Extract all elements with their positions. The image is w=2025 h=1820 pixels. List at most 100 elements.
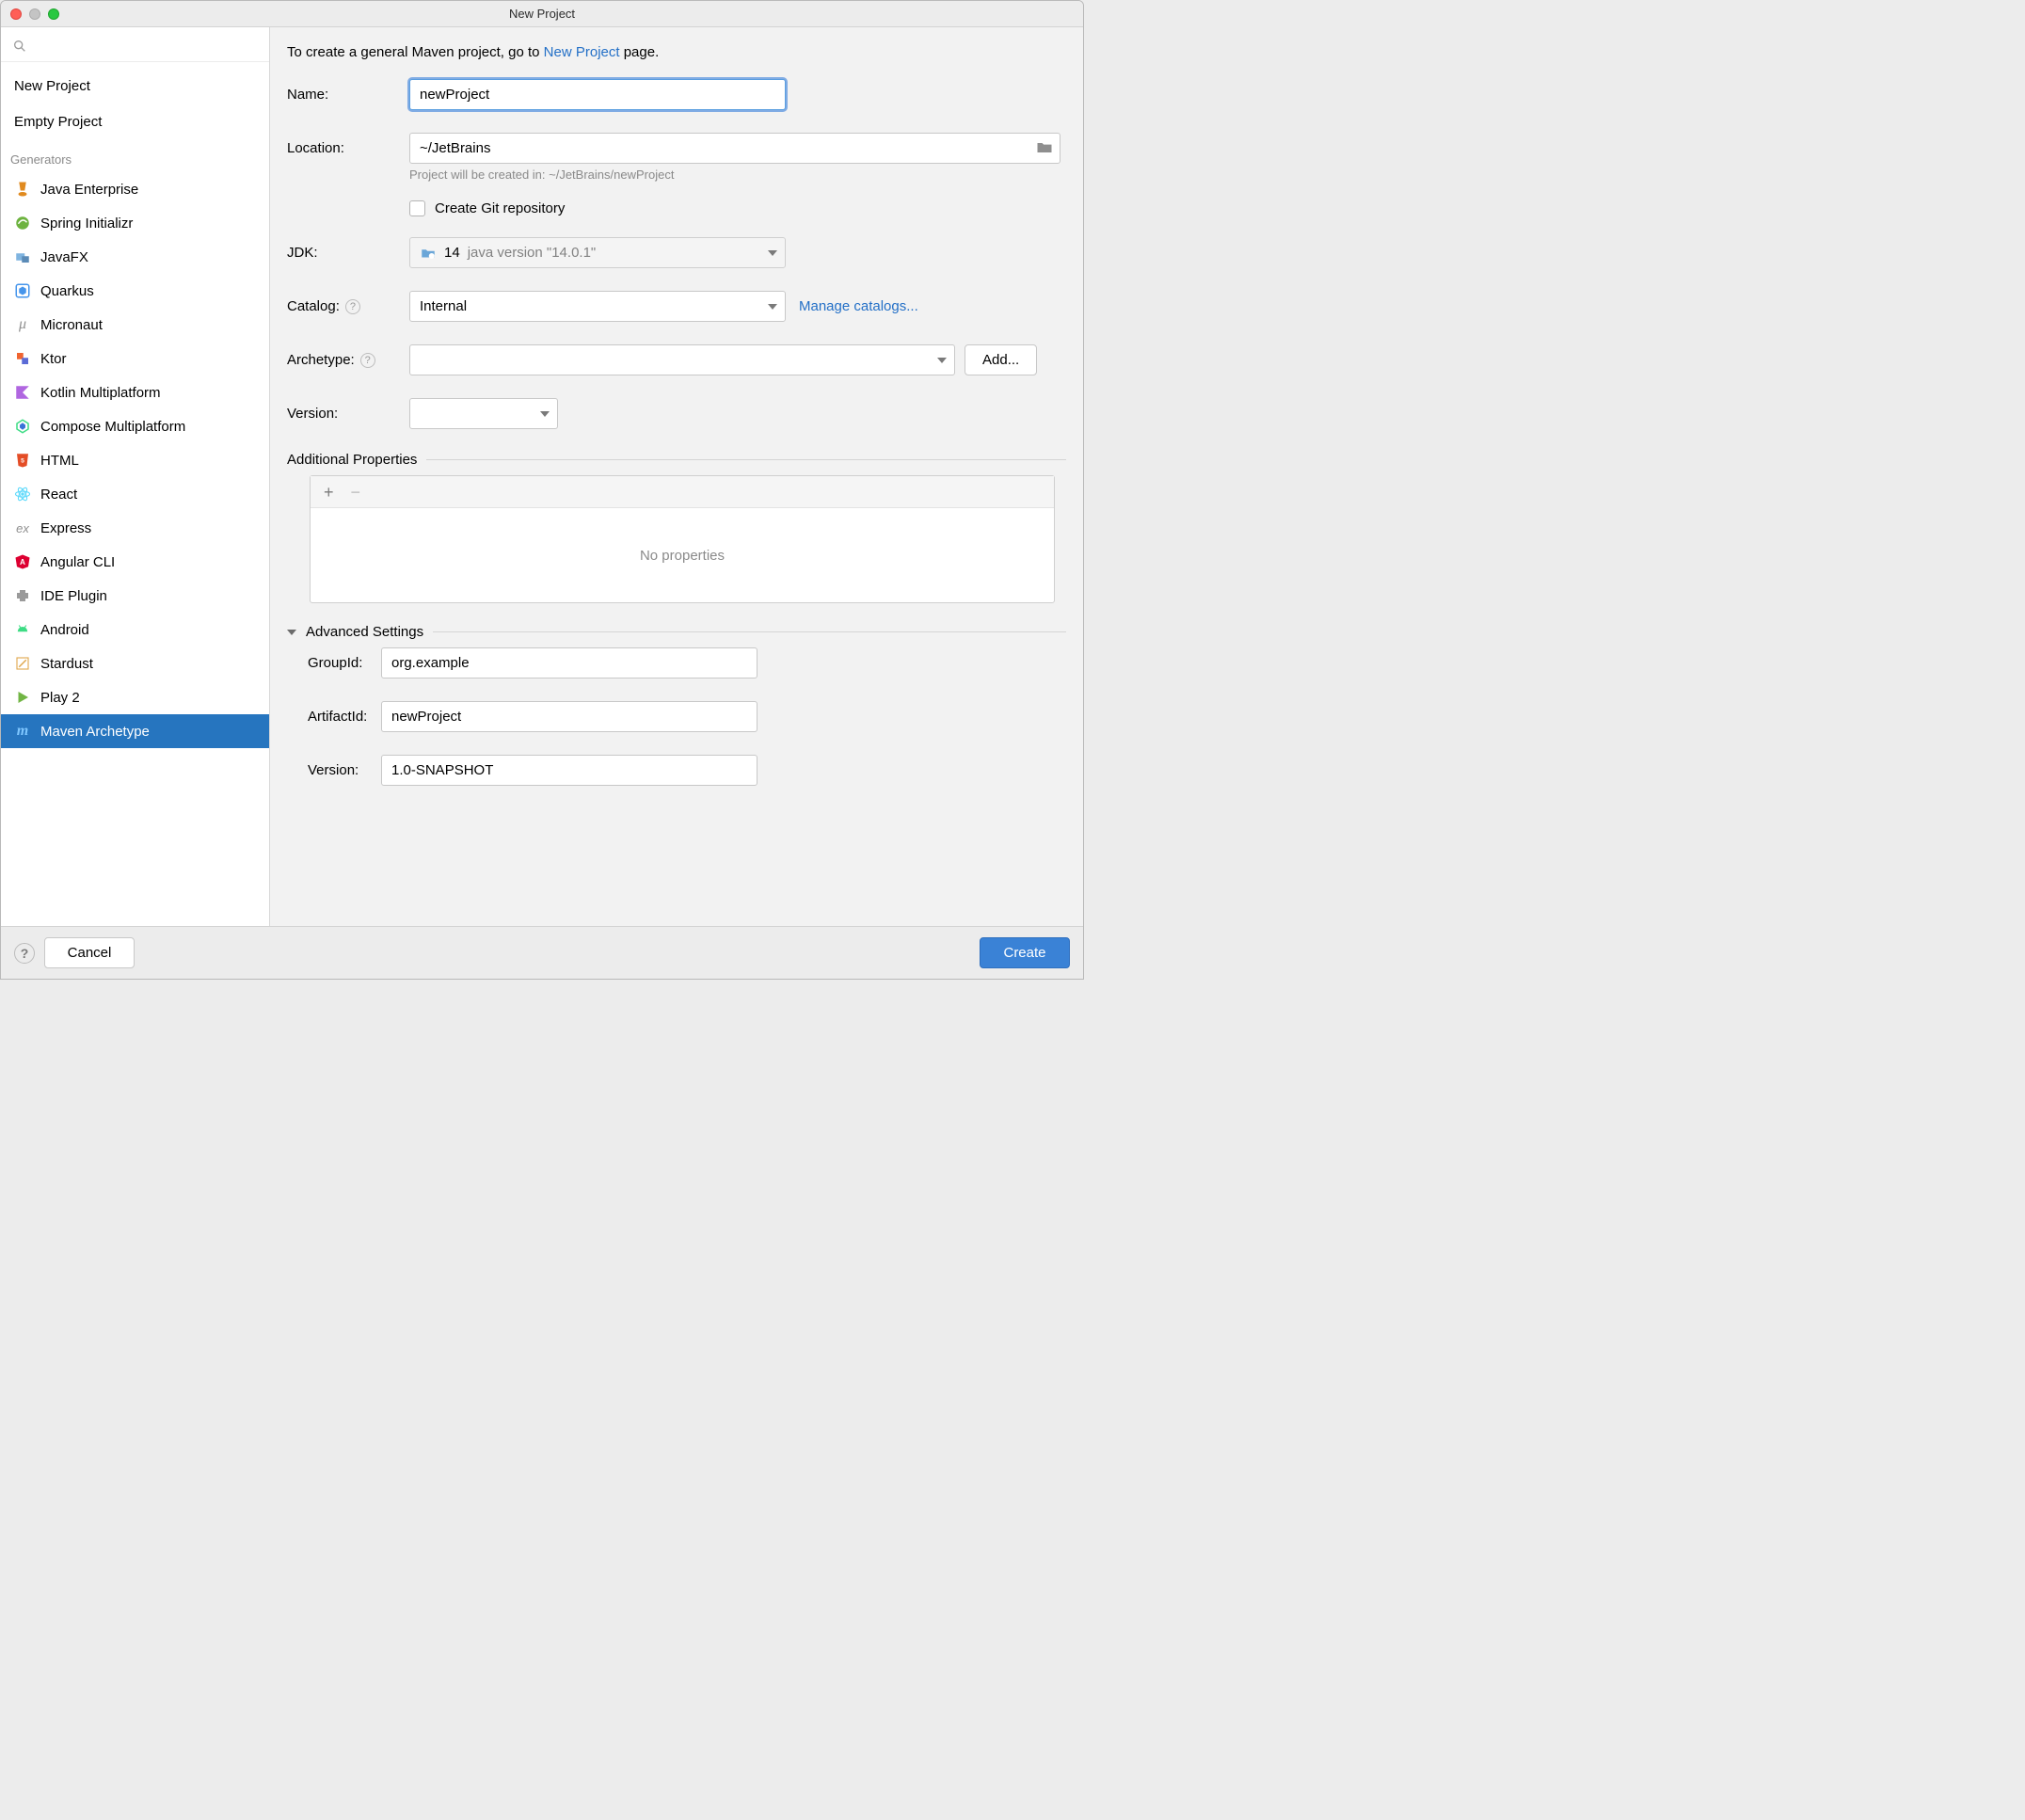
sidebar-item-ide-plugin[interactable]: IDE Plugin	[1, 579, 269, 613]
name-label: Name:	[287, 87, 409, 103]
sidebar-item-ktor[interactable]: Ktor	[1, 342, 269, 375]
manage-catalogs-link[interactable]: Manage catalogs...	[799, 298, 918, 314]
sidebar-item-empty-project[interactable]: Empty Project	[1, 104, 269, 139]
properties-toolbar: + −	[311, 476, 1054, 508]
name-input[interactable]	[409, 79, 786, 110]
dialog-footer: ? Cancel Create	[1, 926, 1083, 979]
location-hint: Project will be created in: ~/JetBrains/…	[409, 168, 1066, 182]
sidebar-item-html[interactable]: 5 HTML	[1, 443, 269, 477]
add-property-icon[interactable]: +	[324, 484, 334, 501]
sidebar-item-quarkus[interactable]: Quarkus	[1, 274, 269, 308]
additional-properties-header: Additional Properties	[287, 452, 1066, 468]
catalog-label: Catalog: ?	[287, 298, 409, 314]
catalog-value: Internal	[420, 298, 467, 314]
jdk-value: 14	[444, 245, 460, 261]
sidebar-item-label: JavaFX	[40, 249, 88, 265]
window-maximize-icon[interactable]	[48, 8, 59, 20]
sidebar-list: New Project Empty Project Generators Jav…	[1, 62, 269, 926]
chevron-down-icon	[937, 358, 947, 363]
git-checkbox-row[interactable]: Create Git repository	[409, 200, 1066, 216]
express-icon: ex	[14, 519, 31, 536]
sidebar-item-label: Ktor	[40, 351, 67, 367]
search-icon	[12, 39, 27, 54]
compose-icon	[14, 418, 31, 435]
android-icon	[14, 621, 31, 638]
sidebar-item-label: IDE Plugin	[40, 588, 107, 604]
folder-browse-icon[interactable]	[1034, 138, 1055, 157]
react-icon	[14, 486, 31, 503]
archetype-add-button[interactable]: Add...	[965, 344, 1037, 375]
sidebar-item-micronaut[interactable]: μ Micronaut	[1, 308, 269, 342]
sidebar-item-label: Maven Archetype	[40, 724, 150, 740]
sidebar-item-label: Express	[40, 520, 91, 536]
advanced-settings-header[interactable]: Advanced Settings	[287, 624, 1066, 640]
properties-empty-text: No properties	[311, 508, 1054, 602]
groupid-input[interactable]	[381, 647, 757, 679]
sidebar-item-label: Angular CLI	[40, 554, 115, 570]
sidebar: New Project Empty Project Generators Jav…	[1, 27, 270, 926]
chevron-down-icon	[768, 304, 777, 310]
window-title: New Project	[1, 7, 1083, 21]
sidebar-item-kotlin-multiplatform[interactable]: Kotlin Multiplatform	[1, 375, 269, 409]
sidebar-item-label: Quarkus	[40, 283, 94, 299]
chevron-down-icon	[540, 411, 550, 417]
help-icon[interactable]: ?	[14, 943, 35, 964]
micronaut-icon: μ	[14, 316, 31, 333]
create-button[interactable]: Create	[980, 937, 1070, 968]
adv-version-input[interactable]	[381, 755, 757, 786]
archetype-help-icon[interactable]: ?	[360, 353, 375, 368]
sidebar-item-label: Android	[40, 622, 89, 638]
sidebar-item-maven-archetype[interactable]: m Maven Archetype	[1, 714, 269, 748]
sidebar-item-label: Stardust	[40, 656, 93, 672]
remove-property-icon[interactable]: −	[351, 484, 361, 501]
java-ee-icon	[14, 181, 31, 198]
intro-text: To create a general Maven project, go to…	[287, 44, 1066, 60]
angular-icon: A	[14, 553, 31, 570]
location-input[interactable]	[409, 133, 1060, 164]
advanced-settings-form: GroupId: ArtifactId: Version:	[287, 647, 1066, 786]
window-close-icon[interactable]	[10, 8, 22, 20]
sidebar-item-stardust[interactable]: Stardust	[1, 647, 269, 680]
version-dropdown[interactable]	[409, 398, 558, 429]
sidebar-item-spring-initializr[interactable]: Spring Initializr	[1, 206, 269, 240]
archetype-label: Archetype: ?	[287, 352, 409, 368]
titlebar: New Project	[1, 1, 1083, 27]
sidebar-item-android[interactable]: Android	[1, 613, 269, 647]
sidebar-item-compose-multiplatform[interactable]: Compose Multiplatform	[1, 409, 269, 443]
window-minimize-icon	[29, 8, 40, 20]
groupid-label: GroupId:	[287, 655, 381, 671]
artifactid-input[interactable]	[381, 701, 757, 732]
sidebar-search-input[interactable]	[10, 33, 260, 56]
sidebar-item-label: React	[40, 487, 77, 503]
sidebar-item-label: Kotlin Multiplatform	[40, 385, 161, 401]
sidebar-item-react[interactable]: React	[1, 477, 269, 511]
chevron-down-icon	[768, 250, 777, 256]
sidebar-item-java-enterprise[interactable]: Java Enterprise	[1, 172, 269, 206]
jdk-dropdown[interactable]: 14 java version "14.0.1"	[409, 237, 786, 268]
sidebar-section-generators: Generators	[1, 139, 269, 172]
sidebar-item-play2[interactable]: Play 2	[1, 680, 269, 714]
sidebar-item-label: Empty Project	[14, 114, 102, 130]
sidebar-item-express[interactable]: ex Express	[1, 511, 269, 545]
cancel-button[interactable]: Cancel	[44, 937, 135, 968]
intro-new-project-link[interactable]: New Project	[544, 44, 620, 60]
sidebar-item-new-project[interactable]: New Project	[1, 68, 269, 104]
artifactid-label: ArtifactId:	[287, 709, 381, 725]
catalog-dropdown[interactable]: Internal	[409, 291, 786, 322]
play-icon	[14, 689, 31, 706]
ktor-icon	[14, 350, 31, 367]
stardust-icon	[14, 655, 31, 672]
catalog-help-icon[interactable]: ?	[345, 299, 360, 314]
adv-version-label: Version:	[287, 762, 381, 778]
properties-panel: + − No properties	[310, 475, 1055, 603]
sidebar-item-label: Spring Initializr	[40, 216, 133, 231]
sidebar-search	[1, 27, 269, 62]
javafx-icon	[14, 248, 31, 265]
svg-text:A: A	[20, 558, 25, 567]
sidebar-item-javafx[interactable]: JavaFX	[1, 240, 269, 274]
archetype-dropdown[interactable]	[409, 344, 955, 375]
sidebar-item-angular-cli[interactable]: A Angular CLI	[1, 545, 269, 579]
git-checkbox[interactable]	[409, 200, 425, 216]
version-label: Version:	[287, 406, 409, 422]
sidebar-item-label: HTML	[40, 453, 79, 469]
